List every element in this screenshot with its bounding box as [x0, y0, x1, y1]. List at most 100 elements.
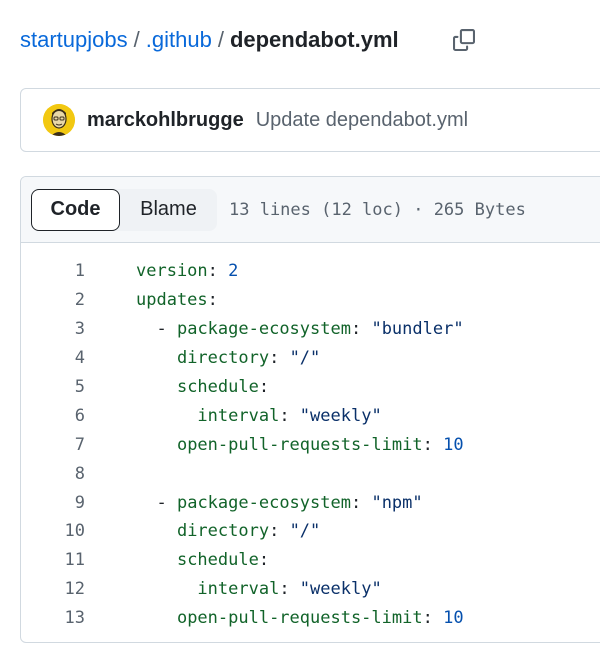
- breadcrumb-current-file: dependabot.yml: [229, 27, 399, 52]
- yaml-key: package-ecosystem: [176, 492, 351, 513]
- line-number[interactable]: 5: [21, 377, 85, 397]
- code-view: 1 version: 2 2 updates: 3 - package-ecosyste…: [21, 243, 600, 633]
- yaml-value: "weekly": [289, 405, 382, 426]
- copy-icon: [453, 29, 475, 51]
- yaml-value: 10: [432, 608, 464, 629]
- yaml-indent: [136, 406, 197, 426]
- line-number[interactable]: 10: [21, 521, 85, 541]
- yaml-key: directory: [176, 348, 270, 369]
- line-number[interactable]: 13: [21, 608, 85, 628]
- yaml-value: "/": [279, 521, 321, 542]
- line-number[interactable]: 4: [21, 348, 85, 368]
- breadcrumb: startupjobs / .github / dependabot.yml: [20, 22, 399, 58]
- code-line: 6 interval: "weekly": [21, 401, 600, 430]
- code-line: 8: [21, 459, 600, 488]
- yaml-indent: [136, 493, 156, 513]
- file-info: 13 lines (12 loc) · 265 Bytes: [229, 199, 526, 220]
- line-number[interactable]: 2: [21, 290, 85, 310]
- yaml-indent: [136, 377, 177, 397]
- yaml-sep: :: [350, 492, 362, 513]
- line-number[interactable]: 1: [21, 261, 85, 281]
- yaml-indent: [136, 550, 177, 570]
- code-line: 3 - package-ecosystem: "bundler": [21, 315, 600, 344]
- yaml-sep: :: [258, 550, 270, 571]
- line-number[interactable]: 12: [21, 579, 85, 599]
- yaml-indent: [136, 521, 177, 541]
- file-header: Code Blame 13 lines (12 loc) · 265 Bytes: [21, 177, 600, 243]
- commit-message-link[interactable]: Update dependabot.yml: [256, 109, 468, 132]
- yaml-key: schedule: [176, 550, 259, 571]
- line-content: schedule:: [136, 550, 269, 570]
- breadcrumb-separator: /: [217, 27, 224, 52]
- code-line: 5 schedule:: [21, 373, 600, 402]
- yaml-sep: :: [207, 290, 218, 311]
- code-line: 2 updates:: [21, 286, 600, 315]
- yaml-dash: -: [156, 492, 177, 513]
- file-viewer: Code Blame 13 lines (12 loc) · 265 Bytes…: [20, 176, 600, 643]
- breadcrumb-separator: /: [133, 27, 140, 52]
- line-content: interval: "weekly": [136, 405, 382, 426]
- line-content: - package-ecosystem: "npm": [136, 492, 423, 513]
- line-content: interval: "weekly": [136, 579, 382, 600]
- yaml-sep: :: [258, 377, 270, 397]
- yaml-sep: :: [269, 521, 280, 542]
- yaml-sep: :: [207, 261, 218, 282]
- code-line: 10 directory: "/": [21, 517, 600, 546]
- commit-author-link[interactable]: marckohlbrugge: [87, 109, 244, 132]
- yaml-sep: :: [350, 319, 362, 340]
- yaml-key: package-ecosystem: [176, 319, 351, 340]
- yaml-indent: [136, 608, 177, 628]
- code-line: 7 open-pull-requests-limit: 10: [21, 430, 600, 459]
- code-line: 4 directory: "/": [21, 344, 600, 373]
- code-line: 1 version: 2: [21, 257, 600, 286]
- view-mode-toggle: Code Blame: [31, 188, 217, 231]
- yaml-indent: [136, 435, 177, 455]
- yaml-indent: [136, 348, 177, 368]
- yaml-value: "bundler": [361, 319, 464, 340]
- yaml-key: interval: [197, 405, 280, 426]
- yaml-sep: :: [279, 579, 290, 600]
- yaml-key: open-pull-requests-limit: [176, 608, 423, 629]
- yaml-value: 2: [217, 261, 239, 282]
- yaml-key: open-pull-requests-limit: [176, 434, 423, 455]
- yaml-value: 10: [432, 434, 464, 455]
- code-line: 12 interval: "weekly": [21, 575, 600, 604]
- line-content: updates:: [136, 290, 218, 310]
- line-number[interactable]: 7: [21, 435, 85, 455]
- line-content: open-pull-requests-limit: 10: [136, 608, 464, 628]
- line-content: schedule:: [136, 377, 269, 397]
- yaml-sep: :: [269, 348, 280, 369]
- line-content: version: 2: [136, 261, 238, 281]
- yaml-value: "npm": [361, 492, 423, 513]
- yaml-key: directory: [176, 521, 270, 542]
- code-line: 13 open-pull-requests-limit: 10: [21, 604, 600, 633]
- latest-commit-box: marckohlbrugge Update dependabot.yml: [20, 88, 600, 152]
- line-number[interactable]: 6: [21, 406, 85, 426]
- line-content: open-pull-requests-limit: 10: [136, 435, 464, 455]
- tab-code[interactable]: Code: [31, 188, 120, 231]
- avatar[interactable]: [43, 104, 75, 136]
- copy-path-button[interactable]: [448, 24, 480, 56]
- yaml-sep: :: [279, 405, 290, 426]
- yaml-sep: :: [422, 434, 433, 455]
- yaml-key: schedule: [176, 377, 259, 397]
- yaml-dash: -: [156, 319, 177, 340]
- line-number[interactable]: 11: [21, 550, 85, 570]
- line-content: directory: "/": [136, 521, 320, 541]
- breadcrumb-repo-link[interactable]: startupjobs: [20, 27, 128, 53]
- yaml-value: "/": [279, 348, 321, 369]
- yaml-key: interval: [197, 579, 280, 600]
- tab-blame[interactable]: Blame: [120, 189, 217, 231]
- line-number[interactable]: 9: [21, 493, 85, 513]
- code-line: 11 schedule:: [21, 546, 600, 575]
- line-content: - package-ecosystem: "bundler": [136, 319, 464, 340]
- yaml-key: version: [136, 261, 208, 282]
- yaml-indent: [136, 319, 156, 339]
- yaml-value: "weekly": [289, 579, 382, 600]
- code-line: 9 - package-ecosystem: "npm": [21, 488, 600, 517]
- line-number[interactable]: 3: [21, 319, 85, 339]
- breadcrumb-folder-link[interactable]: .github: [146, 27, 212, 53]
- line-content: directory: "/": [136, 348, 320, 368]
- yaml-sep: :: [422, 608, 433, 629]
- line-number[interactable]: 8: [21, 464, 85, 484]
